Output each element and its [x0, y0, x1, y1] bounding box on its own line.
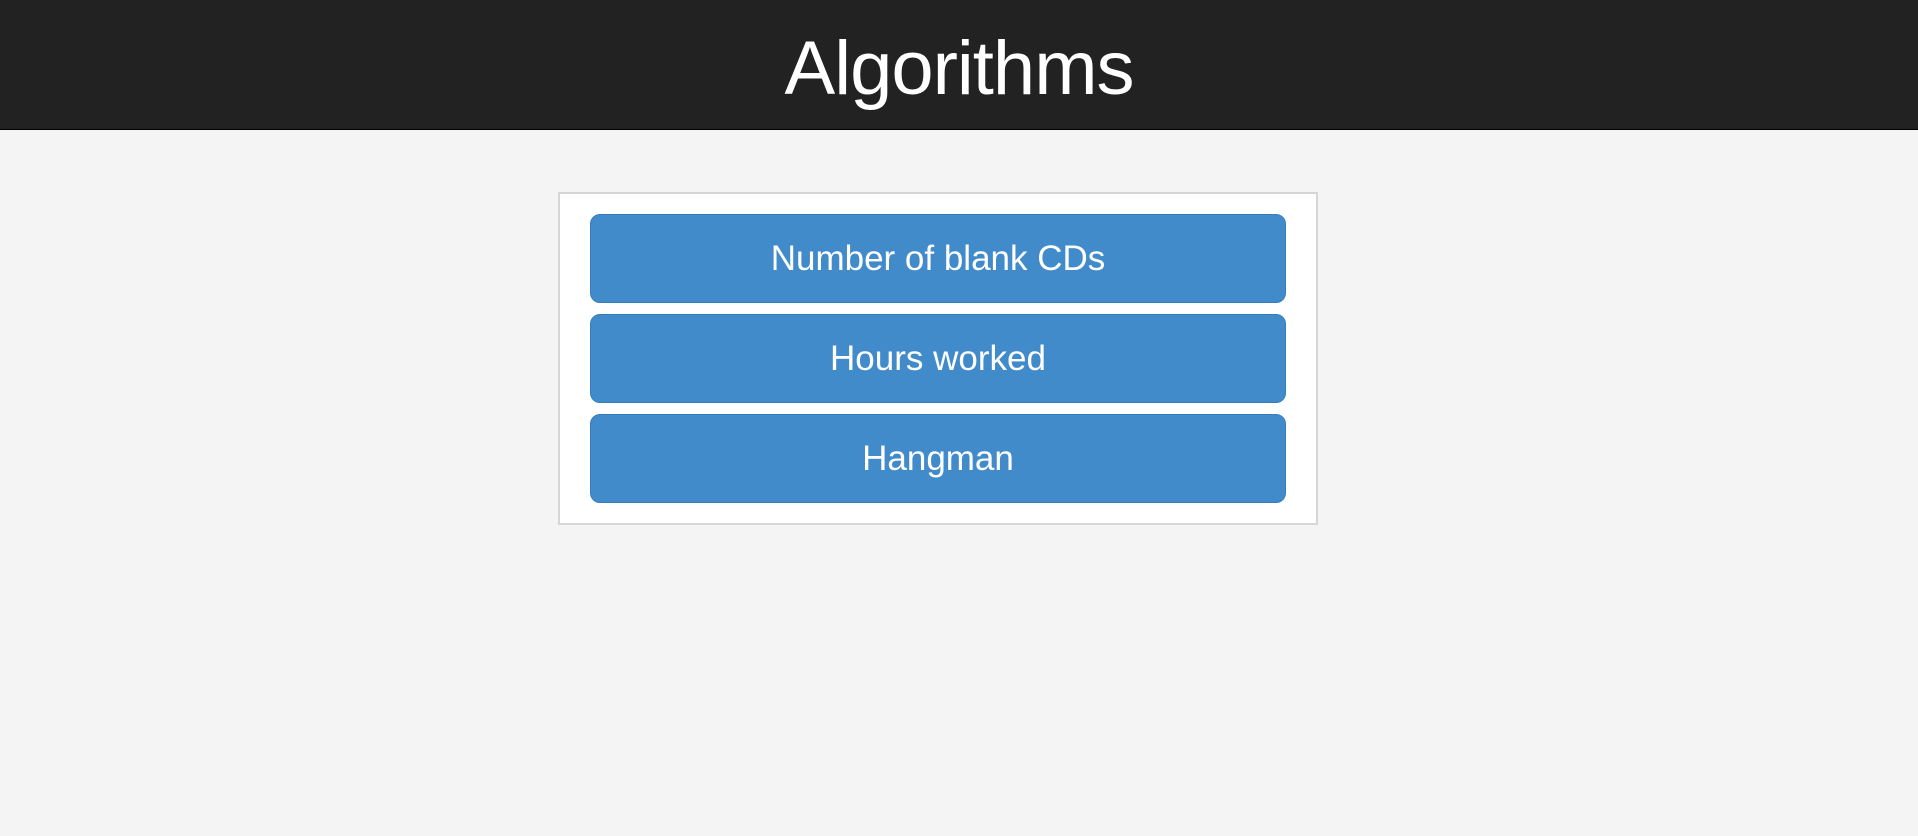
page-title: Algorithms: [784, 25, 1135, 111]
hours-worked-button[interactable]: Hours worked: [590, 314, 1286, 403]
header-bar: Algorithms: [0, 0, 1918, 130]
algorithm-menu-panel: Number of blank CDs Hours worked Hangman: [558, 192, 1318, 525]
number-of-blank-cds-button[interactable]: Number of blank CDs: [590, 214, 1286, 303]
hangman-button[interactable]: Hangman: [590, 414, 1286, 503]
